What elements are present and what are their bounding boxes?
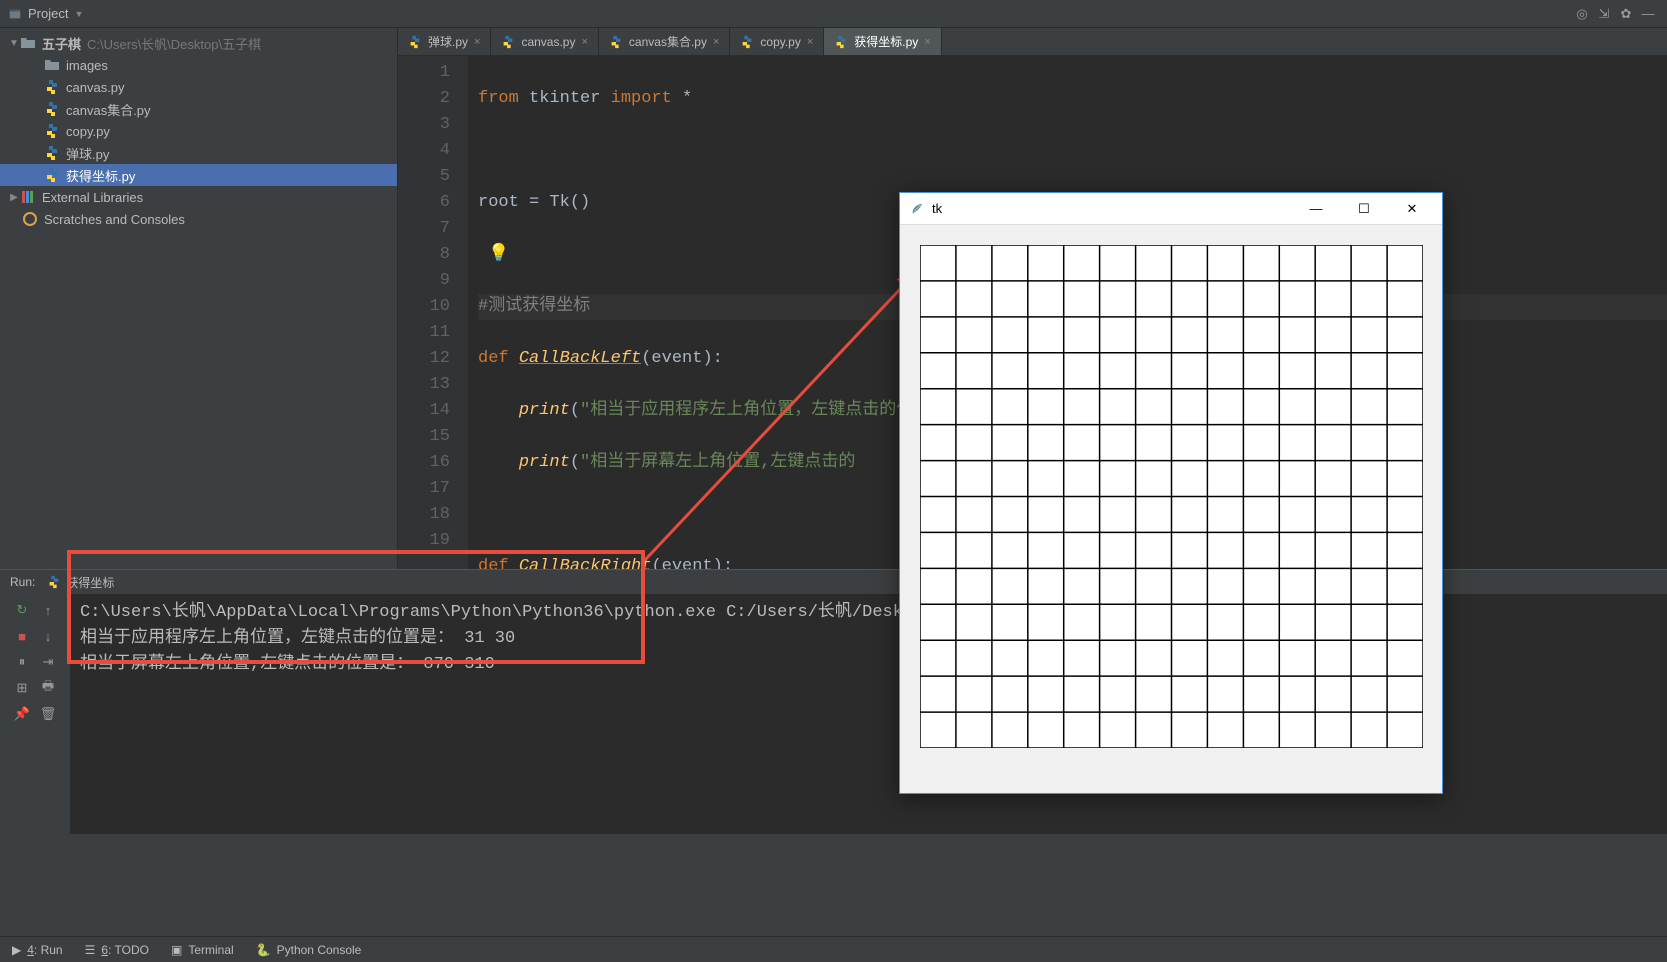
run-tab[interactable]: 获得坐标 [47,574,114,591]
python-file-icon [609,35,623,49]
tk-titlebar[interactable]: tk — ☐ ✕ [900,193,1442,225]
tk-window[interactable]: tk — ☐ ✕ [899,192,1443,794]
project-toolbar: Project ▼ ◎ ⇲ ✿ — [0,0,1667,28]
python-file-icon [44,145,60,161]
layout-icon[interactable]: ⊞ [14,680,30,696]
pin-icon[interactable]: 📌 [14,706,30,722]
minimize-button[interactable]: — [1296,195,1336,223]
editor-tabs: 弹球.py× canvas.py× canvas集合.py× copy.py× … [398,28,1667,56]
minimize-icon[interactable]: — [1637,3,1659,25]
wrap-icon[interactable]: ⇥ [40,654,56,670]
status-terminal[interactable]: ▣ Terminal [171,943,234,957]
stop-icon[interactable]: ■ [14,628,30,644]
close-button[interactable]: ✕ [1392,195,1432,223]
close-icon[interactable]: × [713,36,719,48]
pause-icon[interactable]: ⏸ [14,654,30,670]
gear-icon[interactable]: ✿ [1615,3,1637,25]
expand-icon[interactable]: ⇲ [1593,3,1615,25]
status-python-console[interactable]: 🐍 Python Console [256,943,362,957]
python-file-icon [44,123,60,139]
python-file-icon [44,101,60,117]
tk-feather-icon [910,202,924,216]
print-icon[interactable]: 🖶 [40,680,56,696]
project-tree: ▼ 五子棋 C:\Users\长帆\Desktop\五子棋 images can… [0,28,398,569]
scratches-icon [22,211,38,227]
tree-file[interactable]: canvas.py [0,76,397,98]
python-file-icon [47,575,61,589]
python-file-icon [408,35,422,49]
status-run[interactable]: ▶ 4: Run [12,943,63,957]
python-file-icon [740,35,754,49]
tk-title-text: tk [932,201,1288,216]
python-file-icon [834,35,848,49]
project-dropdown[interactable]: Project ▼ [8,6,83,21]
folder-icon [44,57,60,73]
root-path: C:\Users\长帆\Desktop\五子棋 [87,34,261,53]
tree-root[interactable]: ▼ 五子棋 C:\Users\长帆\Desktop\五子棋 [0,32,397,54]
status-todo[interactable]: ☰ 6: TODO [85,943,149,957]
locate-icon[interactable]: ◎ [1571,3,1593,25]
status-bar: ▶ 4: Run ☰ 6: TODO ▣ Terminal 🐍 Python C… [0,936,1667,962]
project-icon [8,7,22,21]
tree-external-libs[interactable]: ▶ External Libraries [0,186,397,208]
python-file-icon [44,79,60,95]
up-icon[interactable]: ↑ [40,602,56,618]
python-file-icon [44,167,60,183]
tab-file[interactable]: copy.py× [730,28,824,55]
tree-folder-images[interactable]: images [0,54,397,76]
library-icon [20,189,36,205]
run-toolbar: ↻ ■ ⏸ ⊞ 📌 ↑ ↓ ⇥ 🖶 🗑 [0,594,70,834]
dropdown-icon: ▼ [74,9,83,19]
lightbulb-icon[interactable]: 💡 [488,245,509,264]
close-icon[interactable]: × [924,36,930,48]
rerun-icon[interactable]: ↻ [14,602,30,618]
tab-file[interactable]: canvas集合.py× [599,28,730,55]
close-icon[interactable]: × [474,36,480,48]
tk-canvas[interactable] [920,245,1423,748]
project-label: Project [28,6,68,21]
line-gutter: 12345678910111213141516171819 [398,56,468,569]
trash-icon[interactable]: 🗑 [40,706,56,722]
run-label: Run: [10,575,35,589]
chevron-down-icon: ▼ [8,38,20,49]
tab-file-active[interactable]: 获得坐标.py× [824,28,941,55]
tree-scratches[interactable]: Scratches and Consoles [0,208,397,230]
tree-file[interactable]: copy.py [0,120,397,142]
folder-icon [20,35,36,51]
chevron-right-icon: ▶ [8,192,20,203]
root-name: 五子棋 [42,34,81,53]
tree-file[interactable]: canvas集合.py [0,98,397,120]
tab-file[interactable]: 弹球.py× [398,28,491,55]
tree-file-selected[interactable]: 获得坐标.py [0,164,397,186]
tab-file[interactable]: canvas.py× [491,28,598,55]
python-file-icon [501,35,515,49]
close-icon[interactable]: × [807,36,813,48]
maximize-button[interactable]: ☐ [1344,195,1384,223]
tree-file[interactable]: 弹球.py [0,142,397,164]
close-icon[interactable]: × [581,36,587,48]
down-icon[interactable]: ↓ [40,628,56,644]
